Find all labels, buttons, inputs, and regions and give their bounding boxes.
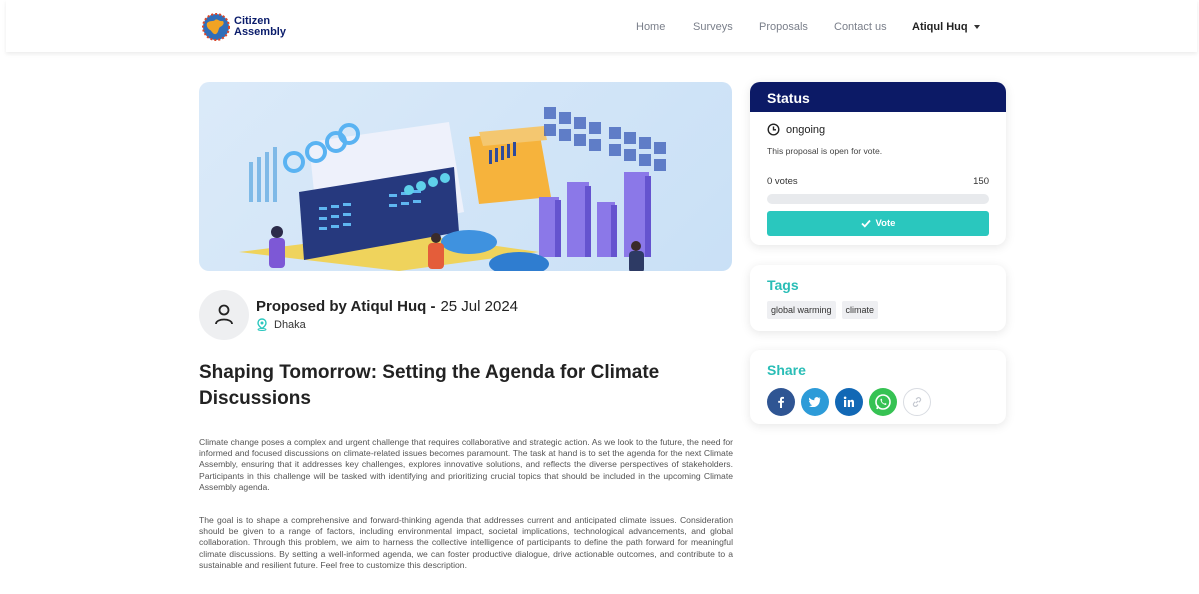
votes-goal: 150 (973, 176, 989, 187)
globe-logo-icon (202, 13, 230, 41)
author-label: Proposed by Atiqul Huq - (256, 298, 436, 315)
tag-chip[interactable]: climate (841, 301, 879, 319)
tags-heading: Tags (767, 277, 799, 293)
copy-link-button[interactable] (903, 388, 931, 416)
votes-progress-bar (767, 194, 989, 204)
vote-button[interactable]: Vote (767, 211, 989, 236)
tags-card: Tags global warming climate (750, 265, 1006, 331)
data-center-illustration (239, 107, 666, 271)
share-card: Share (750, 350, 1006, 424)
nav-home[interactable]: Home (636, 21, 665, 33)
status-state-label: ongoing (786, 123, 826, 136)
location-label: Dhaka (274, 318, 306, 331)
linkedin-share-button[interactable] (835, 388, 863, 416)
author-line: Proposed by Atiqul Huq -25 Jul 2024 (256, 298, 518, 315)
location-pin-icon (257, 318, 267, 331)
nav-contact[interactable]: Contact us (834, 21, 887, 33)
whatsapp-icon (875, 394, 891, 410)
status-card: Status ongoing This proposal is open for… (750, 82, 1006, 245)
user-icon (215, 304, 233, 325)
nav-surveys[interactable]: Surveys (693, 21, 733, 33)
vote-button-label: Vote (875, 218, 896, 229)
proposal-description-2: The goal is to shape a comprehensive and… (199, 515, 733, 570)
twitter-share-button[interactable] (801, 388, 829, 416)
check-icon (860, 219, 871, 228)
author-avatar (199, 290, 249, 340)
facebook-share-button[interactable] (767, 388, 795, 416)
proposal-hero-image (199, 82, 732, 271)
proposal-description-1: Climate change poses a complex and urgen… (199, 437, 733, 492)
votes-count: 0 votes (767, 176, 798, 187)
linkedin-icon (843, 396, 854, 407)
twitter-icon (809, 397, 821, 407)
status-state: ongoing (767, 123, 825, 136)
status-note: This proposal is open for vote. (767, 146, 883, 156)
proposal-date: 25 Jul 2024 (440, 298, 519, 315)
nav-proposals[interactable]: Proposals (759, 21, 808, 33)
whatsapp-share-button[interactable] (869, 388, 897, 416)
user-name: Atiqul Huq (912, 21, 968, 33)
location: Dhaka (256, 318, 306, 331)
clock-icon (767, 123, 780, 136)
share-heading: Share (767, 362, 806, 378)
status-heading: Status (750, 82, 1006, 112)
share-buttons (767, 388, 937, 416)
chevron-down-icon (973, 25, 980, 30)
votes-row: 0 votes 150 (767, 176, 989, 187)
brand-logo[interactable]: Citizen Assembly (201, 12, 286, 42)
link-icon (912, 397, 922, 407)
tag-chip[interactable]: global warming (767, 301, 836, 319)
proposal-title: Shaping Tomorrow: Setting the Agenda for… (199, 362, 660, 409)
top-navbar: Citizen Assembly Home Surveys Proposals … (6, 0, 1197, 52)
brand-name: Citizen Assembly (234, 15, 286, 38)
user-menu[interactable]: Atiqul Huq (912, 21, 980, 33)
facebook-icon (778, 396, 784, 408)
tag-list: global warming climate (767, 301, 884, 319)
